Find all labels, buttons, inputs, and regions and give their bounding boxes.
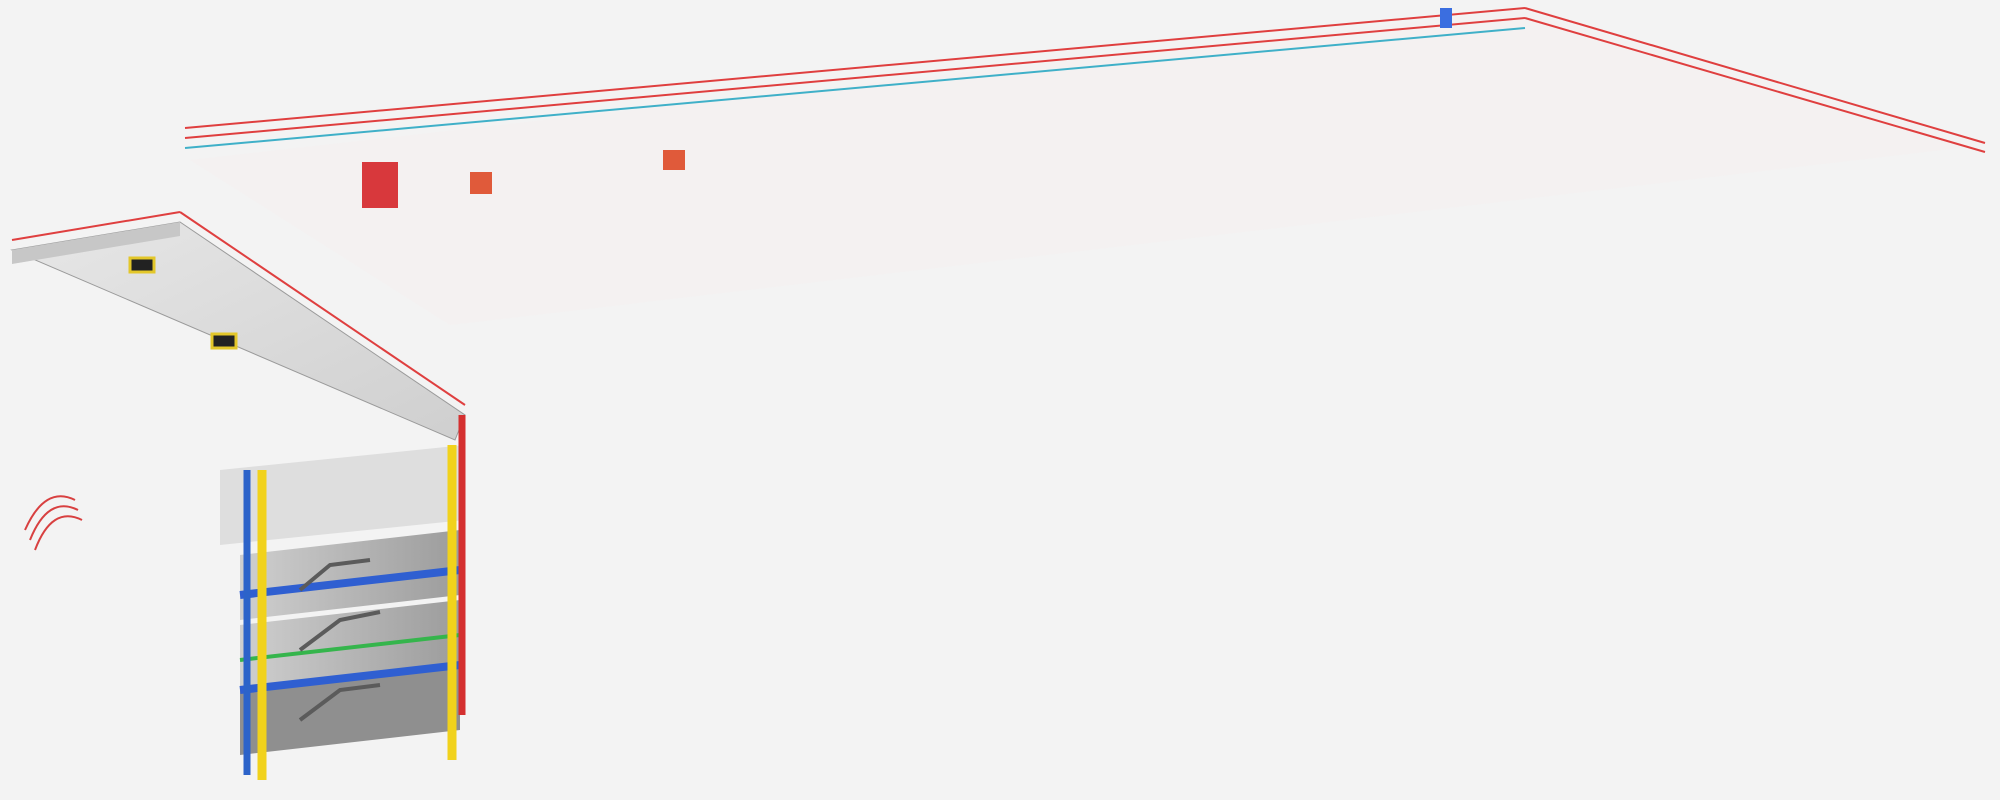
steel-structure-render: (function(){ const NS = "http://www.w3.o… — [10, 7, 1986, 780]
roof-vent-icon — [210, 332, 238, 350]
roof-vent-icon — [128, 256, 156, 274]
rooftop-box-icon — [362, 162, 398, 208]
annex-building — [10, 211, 466, 780]
